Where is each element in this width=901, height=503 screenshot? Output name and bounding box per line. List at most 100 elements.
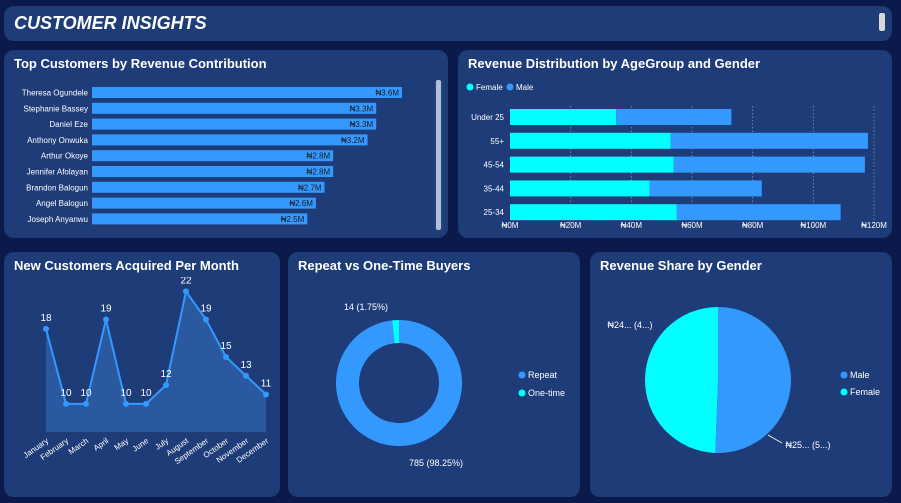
customer-revenue-label: ₦2.7M [298, 183, 322, 192]
customer-revenue-label: ₦2.8M [307, 152, 331, 161]
customer-revenue-bar [92, 213, 308, 225]
customer-revenue-label: ₦3.3M [350, 104, 374, 113]
data-label: 10 [120, 388, 132, 399]
legend-repeat-marker [518, 371, 526, 379]
data-point [263, 391, 269, 398]
top-customers-scrollbar[interactable] [436, 80, 441, 230]
data-point [223, 354, 229, 360]
customer-revenue-label: ₦3.2M [341, 136, 365, 145]
repeat-data-label: 785 (98.25%) [409, 458, 463, 468]
customer-revenue-bar [92, 87, 402, 98]
repeat-buyers-chart: 14 (1.75%) 785 (98.25%) Repeat One-time [336, 302, 565, 468]
data-label: 10 [140, 388, 152, 399]
female-revenue-bar [510, 204, 677, 221]
male-revenue-bar [649, 180, 762, 197]
x-tick-label: ₦120M [861, 221, 887, 230]
data-point [43, 325, 49, 332]
gender-share-title: Revenue Share by Gender [600, 258, 762, 273]
new-customers-chart: 18January10February10March19April10May10… [22, 277, 272, 466]
data-point [243, 372, 249, 379]
customer-name-label: Theresa Ogundele [22, 89, 89, 98]
x-tick-label: ₦100M [800, 221, 826, 230]
customer-name-label: Daniel Eze [49, 120, 88, 129]
top-customers-chart: Theresa Ogundele ₦3.6M Stephanie Bassey ₦3.… [22, 87, 402, 225]
data-label: 19 [200, 304, 212, 315]
customer-name-label: Brandon Balogun [26, 183, 88, 192]
customer-revenue-label: ₦3.3M [350, 120, 374, 129]
data-point [163, 382, 169, 389]
x-tick-label: ₦0M [502, 221, 519, 230]
male-revenue-bar [676, 204, 841, 221]
age-group-label: 35-44 [484, 184, 505, 193]
month-label: June [131, 436, 151, 454]
customer-revenue-bar [92, 181, 325, 193]
legend-repeat-label: Repeat [528, 370, 558, 380]
female-revenue-bar [510, 180, 650, 197]
gender-share-card: Revenue Share by Gender ₦24... (4...) ₦25… [590, 252, 892, 497]
female-revenue-bar [510, 109, 617, 125]
repeat-buyers-title: Repeat vs One-Time Buyers [298, 258, 471, 273]
data-point [183, 288, 189, 295]
customer-name-label: Joseph Anyanwu [28, 215, 89, 224]
top-customers-title: Top Customers by Revenue Contribution [14, 56, 267, 71]
customer-name-label: Jennifer Afolayan [27, 168, 88, 177]
data-label: 11 [261, 379, 272, 390]
customer-revenue-label: ₦2.6M [289, 199, 313, 208]
data-point [63, 400, 69, 407]
female-slice [644, 307, 718, 453]
age-gender-title: Revenue Distribution by AgeGroup and Gen… [468, 56, 761, 71]
data-label: 19 [100, 304, 112, 315]
customer-name-label: Stephanie Bassey [24, 104, 89, 113]
data-label: 18 [40, 313, 52, 324]
legend-female-marker [466, 83, 474, 91]
x-tick-label: ₦20M [560, 221, 582, 230]
age-group-label: 55+ [490, 137, 504, 146]
male-slice [715, 307, 791, 453]
repeat-buyers-card: Repeat vs One-Time Buyers 14 (1.75%) 785 … [288, 252, 580, 497]
customer-revenue-bar [92, 166, 334, 177]
legend-male-marker [506, 83, 514, 91]
female-revenue-bar [510, 132, 671, 149]
age-gender-chart: Female Male ₦0M ₦20M ₦40M ₦60M ₦80M ₦100M ₦120M U… [466, 83, 887, 230]
data-label: 10 [80, 388, 92, 399]
month-label: April [92, 436, 110, 453]
legend-male-label: Male [516, 83, 534, 92]
legend-female-label: Female [850, 387, 880, 397]
dashboard-title: CUSTOMER INSIGHTS [14, 13, 207, 33]
age-group-label: 45-54 [484, 161, 505, 170]
x-tick-label: ₦40M [621, 221, 643, 230]
customer-name-label: Anthony Onwuka [27, 136, 88, 145]
age-gender-card: Revenue Distribution by AgeGroup and Gen… [458, 50, 892, 238]
legend-female-label: Female [476, 83, 503, 92]
month-label: May [113, 436, 131, 452]
female-revenue-bar [510, 156, 674, 173]
data-label: 15 [220, 341, 232, 352]
legend-female-marker [840, 388, 848, 396]
month-label: March [67, 436, 90, 456]
male-revenue-bar [670, 132, 868, 149]
legend-one-time-label: One-time [528, 388, 565, 398]
new-customers-area [46, 291, 266, 432]
legend-male-label: Male [850, 370, 870, 380]
customer-revenue-label: ₦3.6M [375, 89, 399, 98]
customer-revenue-label: ₦2.5M [281, 215, 305, 224]
customer-revenue-bar [92, 118, 377, 130]
top-customers-card: Top Customers by Revenue Contribution Th… [4, 50, 448, 238]
new-customers-title: New Customers Acquired Per Month [14, 258, 239, 273]
header-scrollbar[interactable] [879, 13, 885, 31]
data-label: 22 [180, 277, 192, 286]
customer-revenue-bar [92, 102, 377, 114]
customer-revenue-bar [92, 197, 316, 209]
new-customers-card: New Customers Acquired Per Month 18 Janua… [4, 252, 280, 497]
one-time-data-label: 14 (1.75%) [344, 302, 388, 312]
customer-revenue-bar [92, 134, 368, 146]
legend-one-time-marker [518, 389, 526, 397]
age-group-label: Under 25 [471, 113, 504, 122]
data-label: 12 [160, 369, 172, 380]
customer-name-label: Arthur Okoye [41, 152, 89, 161]
customer-name-label: Angel Balogun [36, 199, 88, 208]
male-revenue-bar [673, 156, 865, 173]
customer-revenue-label: ₦2.8M [307, 168, 331, 177]
data-point [143, 400, 149, 407]
male-revenue-bar [616, 109, 732, 125]
